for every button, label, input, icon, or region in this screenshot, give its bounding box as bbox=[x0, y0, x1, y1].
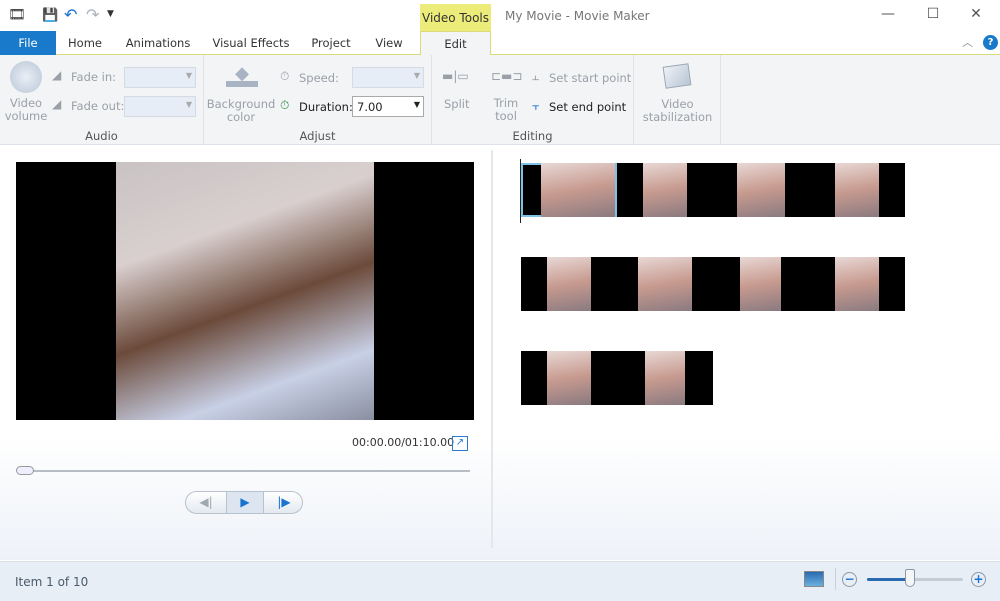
storyboard-clip[interactable] bbox=[713, 163, 809, 217]
storyboard-clip[interactable] bbox=[809, 163, 905, 217]
editing-group-label: Editing bbox=[512, 129, 553, 143]
clip-thumbnail bbox=[737, 163, 785, 217]
close-button[interactable]: ✕ bbox=[966, 6, 986, 26]
speed-icon: ⏱ bbox=[280, 69, 290, 83]
storyboard-clip[interactable] bbox=[521, 163, 617, 217]
storyboard-clip[interactable] bbox=[713, 257, 809, 311]
item-count: Item 1 of 10 bbox=[15, 575, 89, 589]
video-tools-context-label: Video Tools bbox=[420, 4, 491, 31]
tab-visual-effects[interactable]: Visual Effects bbox=[206, 31, 296, 55]
editing-group: ▬|▭ Split ⊏▬⊐ Trim tool ⫠ Set start poin… bbox=[432, 55, 634, 145]
fullscreen-icon[interactable]: ↗ bbox=[452, 436, 468, 451]
clip-thumbnail bbox=[638, 257, 692, 311]
fade-in-select[interactable]: ▼ bbox=[124, 67, 196, 88]
tab-home[interactable]: Home bbox=[60, 31, 110, 55]
tab-file[interactable]: File bbox=[0, 31, 56, 55]
app-icon[interactable]: 🎞 bbox=[8, 7, 26, 23]
clip-thumbnail bbox=[541, 163, 615, 217]
zoom-slider-thumb[interactable] bbox=[905, 569, 916, 587]
split-button[interactable]: Split bbox=[444, 97, 470, 111]
duration-icon: ⏱ bbox=[280, 98, 290, 112]
playback-controls: ◀| ▶ |▶ bbox=[185, 491, 303, 514]
stabilization-icon bbox=[662, 63, 692, 89]
save-icon[interactable]: 💾 bbox=[42, 8, 58, 23]
speed-select[interactable]: ▼ bbox=[352, 67, 424, 88]
audio-group-label: Audio bbox=[85, 129, 118, 143]
duration-select[interactable]: 7.00 ▼ bbox=[352, 96, 424, 117]
adjust-group: ◆ Background color ⏱ Speed: ▼ ⏱ Duration… bbox=[204, 55, 432, 145]
zoom-out-button[interactable]: − bbox=[842, 572, 857, 587]
audio-group: Video volume ◢ Fade in: ▼ ◢ Fade out: ▼ … bbox=[0, 55, 204, 145]
previous-frame-button[interactable]: ◀| bbox=[186, 492, 226, 513]
trim-tool-button[interactable]: Trim tool bbox=[492, 97, 520, 123]
storyboard-clip[interactable] bbox=[617, 163, 713, 217]
fade-out-icon: ◢ bbox=[52, 97, 62, 111]
next-frame-button[interactable]: |▶ bbox=[264, 492, 302, 513]
clip-thumbnail bbox=[643, 163, 687, 217]
clip-thumbnail bbox=[835, 257, 879, 311]
duration-label: Duration: bbox=[299, 100, 353, 114]
speaker-icon bbox=[10, 61, 42, 93]
stabilization-group: Video stabilization bbox=[634, 55, 721, 145]
clip-thumbnail bbox=[740, 257, 781, 311]
storyboard-clip[interactable] bbox=[617, 257, 713, 311]
tab-edit[interactable]: Edit bbox=[420, 31, 491, 56]
tab-view[interactable]: View bbox=[366, 31, 412, 55]
storyboard-clip[interactable] bbox=[617, 351, 713, 405]
trim-tool-icon: ⊏▬⊐ bbox=[491, 69, 523, 83]
set-start-icon: ⫠ bbox=[532, 69, 540, 83]
paint-bucket-icon: ◆ bbox=[226, 63, 258, 87]
help-icon[interactable]: ? bbox=[983, 35, 998, 50]
minimize-button[interactable]: — bbox=[878, 6, 898, 26]
fade-out-label: Fade out: bbox=[71, 99, 125, 113]
storyboard-clip[interactable] bbox=[809, 257, 905, 311]
speed-label: Speed: bbox=[299, 71, 339, 85]
fade-in-icon: ◢ bbox=[52, 68, 62, 82]
set-start-point-button[interactable]: Set start point bbox=[549, 71, 631, 85]
storyboard-clip[interactable] bbox=[521, 351, 617, 405]
clip-thumbnail bbox=[547, 351, 591, 405]
storyboard-clip[interactable] bbox=[521, 257, 617, 311]
clip-thumbnail bbox=[835, 163, 879, 217]
split-icon: ▬|▭ bbox=[442, 69, 469, 83]
collapse-ribbon-icon[interactable]: ︿ bbox=[962, 34, 973, 50]
video-stabilization-button[interactable]: Video stabilization bbox=[634, 98, 721, 124]
undo-icon[interactable]: ↶ bbox=[64, 5, 77, 24]
zoom-in-button[interactable]: + bbox=[971, 572, 986, 587]
clip-thumbnail bbox=[645, 351, 685, 405]
maximize-button[interactable]: ☐ bbox=[923, 6, 943, 26]
adjust-group-label: Adjust bbox=[299, 129, 336, 143]
tab-animations[interactable]: Animations bbox=[120, 31, 196, 55]
duration-value: 7.00 bbox=[357, 100, 383, 114]
clip-thumbnail bbox=[547, 257, 591, 311]
video-volume-button[interactable]: Video volume bbox=[4, 97, 48, 123]
pane-divider[interactable] bbox=[491, 150, 493, 548]
seek-bar[interactable] bbox=[18, 470, 470, 472]
set-end-icon: ⫟ bbox=[532, 99, 540, 113]
window-title: My Movie - Movie Maker bbox=[505, 9, 650, 23]
ribbon: Video volume ◢ Fade in: ▼ ◢ Fade out: ▼ … bbox=[0, 55, 1000, 145]
customize-icon[interactable]: ▼ bbox=[107, 9, 114, 19]
redo-icon[interactable]: ↷ bbox=[86, 5, 99, 24]
set-end-point-button[interactable]: Set end point bbox=[549, 100, 626, 114]
tab-project[interactable]: Project bbox=[304, 31, 358, 55]
status-separator bbox=[835, 568, 836, 590]
fade-in-label: Fade in: bbox=[71, 70, 116, 84]
title-bar bbox=[0, 0, 1000, 31]
thumbnail-size-icon[interactable] bbox=[804, 571, 824, 587]
fade-out-select[interactable]: ▼ bbox=[124, 96, 196, 117]
time-readout: 00:00.00/01:10.00 bbox=[352, 436, 455, 449]
background-color-button[interactable]: Background color bbox=[206, 98, 276, 124]
seek-thumb[interactable] bbox=[16, 466, 34, 475]
preview-frame-image bbox=[116, 162, 374, 420]
play-button[interactable]: ▶ bbox=[226, 492, 264, 513]
